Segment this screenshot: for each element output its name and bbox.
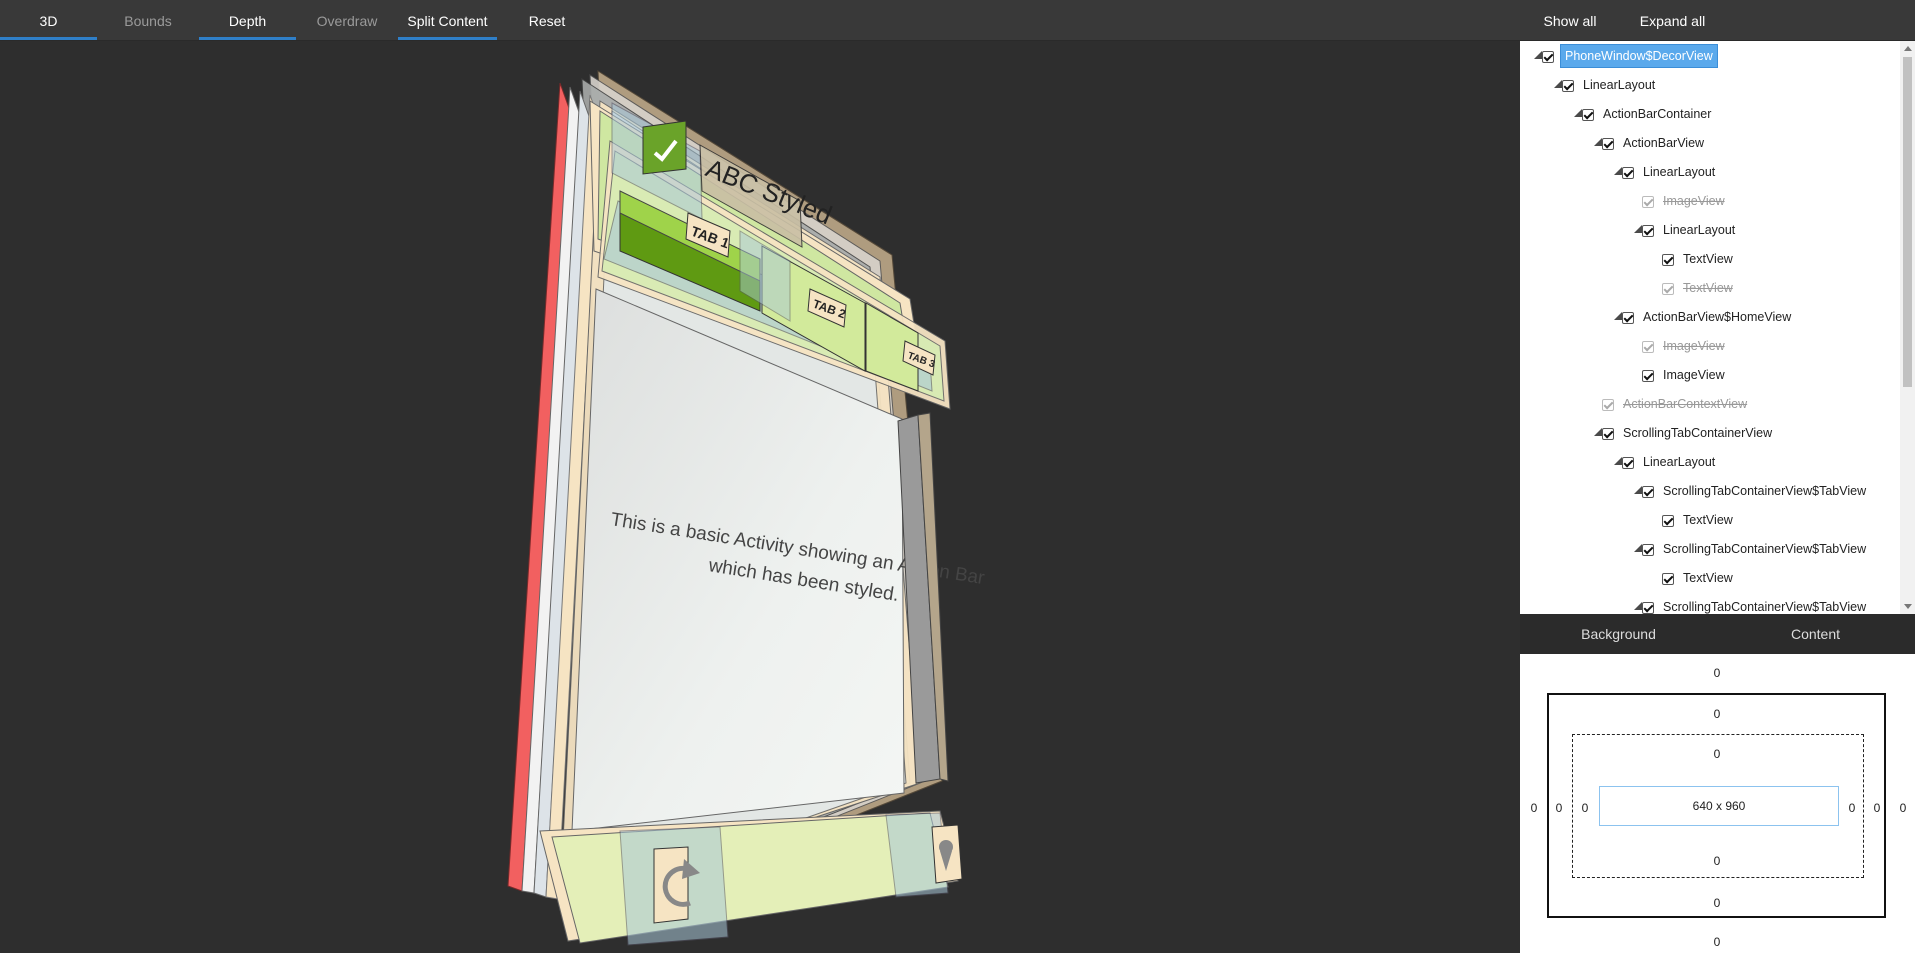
visibility-checkbox[interactable] bbox=[1622, 312, 1634, 324]
tree-node-label[interactable]: ImageView bbox=[1663, 339, 1725, 353]
padding-right-value: 0 bbox=[1848, 801, 1856, 815]
padding-left-value: 0 bbox=[1581, 801, 1589, 815]
visibility-checkbox[interactable] bbox=[1642, 544, 1654, 556]
tree-node[interactable]: ActionBarContainer bbox=[1520, 101, 1900, 130]
depth-toggle-button[interactable]: Depth bbox=[199, 0, 296, 40]
tree-node-label[interactable]: LinearLayout bbox=[1583, 78, 1655, 92]
padding-bottom-value: 0 bbox=[1713, 854, 1721, 868]
tree-node[interactable]: LinearLayout bbox=[1520, 159, 1900, 188]
tree-node[interactable]: ScrollingTabContainerView$TabView bbox=[1520, 594, 1900, 614]
tree-node-label[interactable]: ActionBarContextView bbox=[1623, 397, 1747, 411]
tree-node-label[interactable]: ScrollingTabContainerView$TabView bbox=[1663, 484, 1866, 498]
margin-right-value: 0 bbox=[1899, 801, 1907, 815]
show-all-button[interactable]: Show all bbox=[1530, 0, 1610, 40]
tree-node-label[interactable]: LinearLayout bbox=[1663, 223, 1735, 237]
padding-top-value: 0 bbox=[1713, 747, 1721, 761]
expand-all-button[interactable]: Expand all bbox=[1625, 0, 1720, 40]
tree-node[interactable]: ImageView bbox=[1520, 362, 1900, 391]
tree-node[interactable]: LinearLayout bbox=[1520, 449, 1900, 478]
tree-node[interactable]: ScrollingTabContainerView bbox=[1520, 420, 1900, 449]
tab-background[interactable]: Background bbox=[1520, 614, 1717, 654]
box-model-diagram: 0 0 0 0 0 0 0 0 0 0 0 0 640 x 960 bbox=[1520, 654, 1915, 953]
tree-node[interactable]: TextView bbox=[1520, 246, 1900, 275]
tree-node[interactable]: ActionBarView$HomeView bbox=[1520, 304, 1900, 333]
tree-node-label[interactable]: ScrollingTabContainerView bbox=[1623, 426, 1772, 440]
visibility-checkbox[interactable] bbox=[1582, 109, 1594, 121]
3d-toggle-button[interactable]: 3D bbox=[0, 0, 97, 40]
tree-node-label[interactable]: ActionBarContainer bbox=[1603, 107, 1711, 121]
visibility-checkbox[interactable] bbox=[1642, 196, 1654, 208]
tree-node-label[interactable]: ActionBarView bbox=[1623, 136, 1704, 150]
tree-node[interactable]: ImageView bbox=[1520, 333, 1900, 362]
visibility-checkbox[interactable] bbox=[1642, 370, 1654, 382]
visibility-checkbox[interactable] bbox=[1542, 51, 1554, 63]
tree-node[interactable]: TextView bbox=[1520, 275, 1900, 304]
tree-node[interactable]: ActionBarContextView bbox=[1520, 391, 1900, 420]
scroll-down-arrow-icon[interactable] bbox=[1904, 604, 1912, 609]
margin-top-value: 0 bbox=[1713, 666, 1721, 680]
toolbar: 3D Bounds Depth Overdraw Split Content R… bbox=[0, 0, 1915, 41]
tree-node-label[interactable]: ScrollingTabContainerView$TabView bbox=[1663, 600, 1866, 614]
tree-node[interactable]: LinearLayout bbox=[1520, 217, 1900, 246]
tree-node[interactable]: ScrollingTabContainerView$TabView bbox=[1520, 478, 1900, 507]
tree-node-label[interactable]: ActionBarView$HomeView bbox=[1643, 310, 1791, 324]
tree-node-label[interactable]: ImageView bbox=[1663, 194, 1725, 208]
visibility-checkbox[interactable] bbox=[1622, 167, 1634, 179]
tree-node-label[interactable]: TextView bbox=[1683, 513, 1733, 527]
tree-node-label[interactable]: TextView bbox=[1683, 252, 1733, 266]
visibility-checkbox[interactable] bbox=[1662, 254, 1674, 266]
tree-node-label[interactable]: TextView bbox=[1683, 281, 1733, 295]
tab-content[interactable]: Content bbox=[1717, 614, 1914, 654]
visibility-checkbox[interactable] bbox=[1642, 225, 1654, 237]
tree-node[interactable]: ActionBarView bbox=[1520, 130, 1900, 159]
tree-node-label[interactable]: LinearLayout bbox=[1643, 165, 1715, 179]
view-hierarchy-tree[interactable]: ScrollingTabContainerView$TabView TextVie… bbox=[1520, 41, 1915, 614]
visibility-checkbox[interactable] bbox=[1642, 486, 1654, 498]
content-size-box: 640 x 960 bbox=[1599, 786, 1839, 826]
tree-node[interactable]: TextView bbox=[1520, 565, 1900, 594]
bounds-toggle-button[interactable]: Bounds bbox=[102, 0, 194, 40]
visibility-checkbox[interactable] bbox=[1662, 283, 1674, 295]
tree-node-label[interactable]: LinearLayout bbox=[1643, 455, 1715, 469]
border-bottom-value: 0 bbox=[1713, 896, 1721, 910]
margin-bottom-value: 0 bbox=[1713, 935, 1721, 949]
box-model-tabs: Background Content bbox=[1520, 614, 1915, 654]
3d-viewport[interactable]: ABC Styled TAB 1 TAB 2 TAB 3 This is a b… bbox=[0, 41, 1520, 953]
visibility-checkbox[interactable] bbox=[1622, 457, 1634, 469]
scroll-up-arrow-icon[interactable] bbox=[1904, 46, 1912, 51]
tree-node[interactable]: PhoneWindow$DecorView bbox=[1520, 43, 1900, 72]
tree-node[interactable]: ImageView bbox=[1520, 188, 1900, 217]
visibility-checkbox[interactable] bbox=[1662, 573, 1674, 585]
tree-node-label[interactable]: PhoneWindow$DecorView bbox=[1560, 44, 1718, 68]
tree-node-label[interactable]: ScrollingTabContainerView$TabView bbox=[1663, 542, 1866, 556]
tree-node[interactable]: TextView bbox=[1520, 507, 1900, 536]
tree-scrollbar[interactable] bbox=[1900, 41, 1915, 614]
split-content-toggle-button[interactable]: Split Content bbox=[398, 0, 497, 40]
tree-node[interactable]: ScrollingTabContainerView$TabView bbox=[1520, 536, 1900, 565]
visibility-checkbox[interactable] bbox=[1602, 428, 1614, 440]
border-top-value: 0 bbox=[1713, 707, 1721, 721]
tree-node-label[interactable]: ImageView bbox=[1663, 368, 1725, 382]
visibility-checkbox[interactable] bbox=[1562, 80, 1574, 92]
scroll-thumb[interactable] bbox=[1903, 57, 1912, 387]
tree-node-label[interactable]: TextView bbox=[1683, 571, 1733, 585]
layer-stack-3d: ABC Styled TAB 1 TAB 2 TAB 3 This is a b… bbox=[507, 70, 987, 946]
visibility-checkbox[interactable] bbox=[1642, 602, 1654, 614]
tree-node[interactable]: LinearLayout bbox=[1520, 72, 1900, 101]
visibility-checkbox[interactable] bbox=[1602, 138, 1614, 150]
visibility-checkbox[interactable] bbox=[1602, 399, 1614, 411]
visibility-checkbox[interactable] bbox=[1662, 515, 1674, 527]
visibility-checkbox[interactable] bbox=[1642, 341, 1654, 353]
overdraw-toggle-button[interactable]: Overdraw bbox=[301, 0, 393, 40]
reset-button[interactable]: Reset bbox=[502, 0, 592, 40]
